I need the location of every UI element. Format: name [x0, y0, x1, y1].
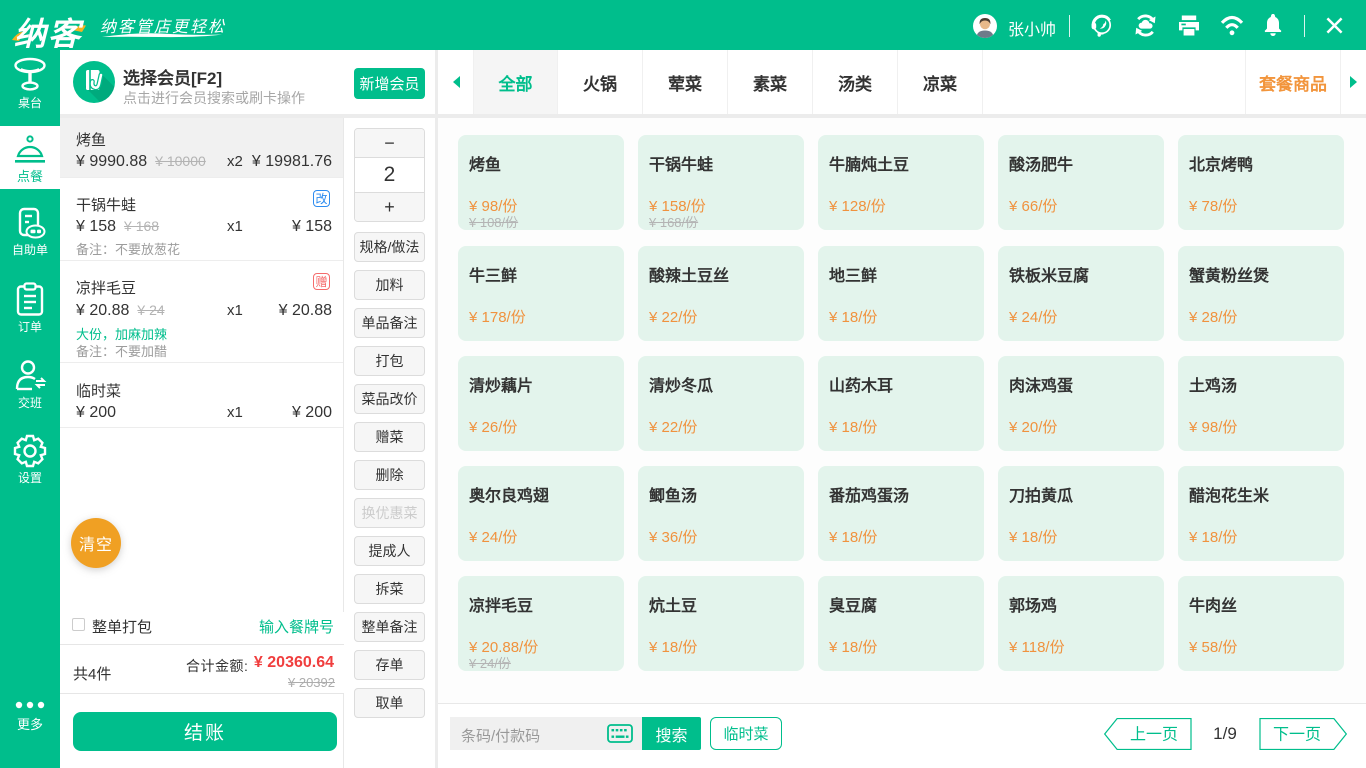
svg-text:下一页: 下一页: [1273, 727, 1321, 744]
svg-text:上一页: 上一页: [1130, 726, 1178, 744]
